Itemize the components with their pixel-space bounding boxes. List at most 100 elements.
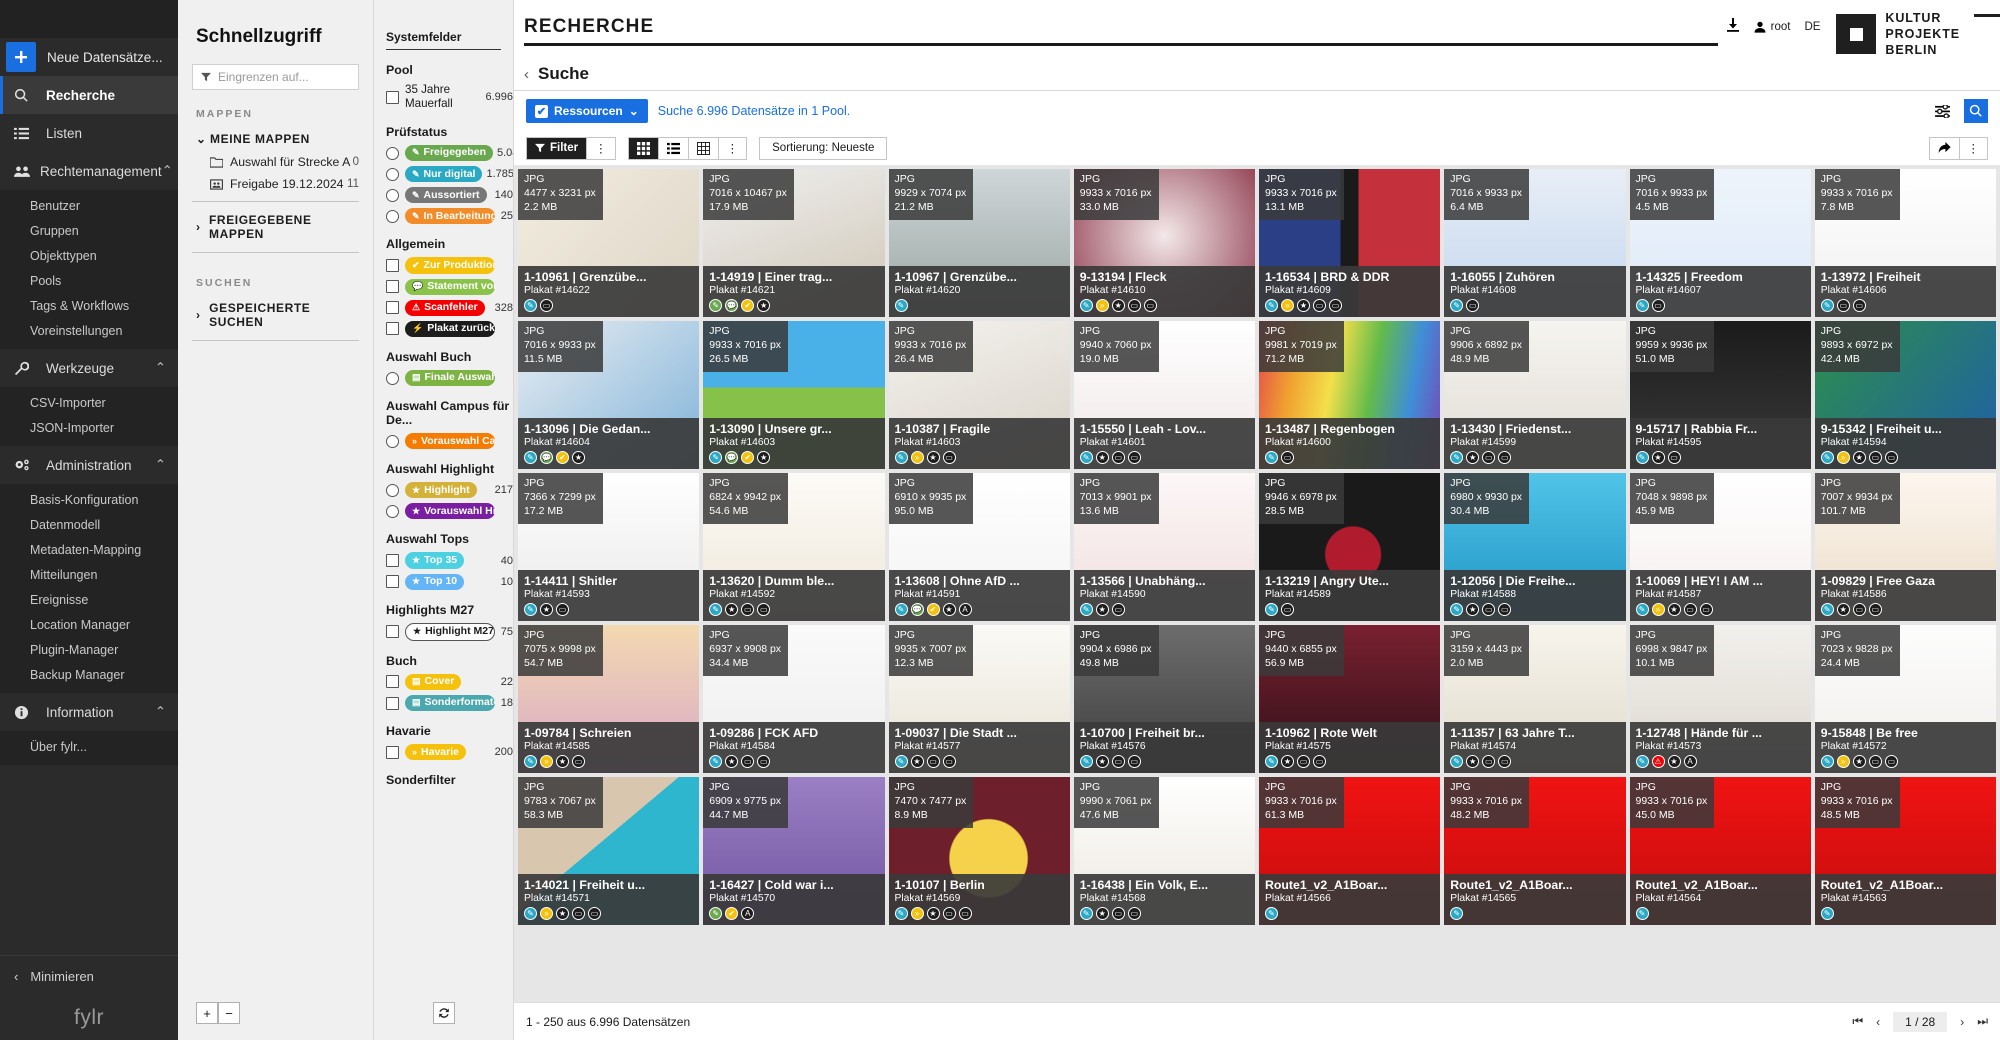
facet-row[interactable]: ✔Zur Produktion ... xyxy=(386,257,513,274)
sidebar-group-information[interactable]: Information ⌃ xyxy=(0,693,178,731)
minimize-button[interactable]: ‹ Minimieren xyxy=(0,956,178,996)
result-card[interactable]: JPG 7366 x 7299 px 17.2 MB 1-14411 | Shitle… xyxy=(518,473,700,621)
facet-checkbox[interactable] xyxy=(386,280,399,294)
results-grid-wrapper[interactable]: JPG 4477 x 3231 px 2.2 MB 1-10961 | Grenzüb… xyxy=(514,165,2000,1002)
result-card[interactable]: JPG 9893 x 6972 px 42.4 MB 9-15342 | Freihe… xyxy=(1814,321,1996,469)
facet-row[interactable]: ⚠ Scanfehler 328 xyxy=(386,299,513,316)
facet-row[interactable]: » Havarie 200 xyxy=(386,744,513,761)
result-card[interactable]: JPG 9440 x 6855 px 56.9 MB 1-10962 | Rote W… xyxy=(1259,625,1441,773)
facet-row[interactable]: ✎ Aussortiert 140 xyxy=(386,187,513,204)
list-item[interactable]: Auswahl für Strecke A 0 xyxy=(178,151,373,173)
share-button[interactable] xyxy=(1929,137,1960,159)
filter-options-button[interactable]: ⋮ xyxy=(587,137,615,159)
result-card[interactable]: JPG 9933 x 7016 px 33.0 MB 9-13194 | Fleck P… xyxy=(1073,169,1255,317)
result-card[interactable]: JPG 9933 x 7016 px 26.5 MB 1-13090 | Unsere… xyxy=(703,321,885,469)
resources-dropdown[interactable]: ✔ Ressourcen ⌄ xyxy=(526,99,648,123)
new-records-button[interactable]: Neue Datensätze... xyxy=(0,38,178,76)
sidebar-item-ereignisse[interactable]: Ereignisse xyxy=(0,587,178,612)
sidebar-item-benutzer[interactable]: Benutzer xyxy=(0,193,178,218)
sidebar-item-listen[interactable]: Listen xyxy=(0,114,178,152)
result-card[interactable]: JPG 7016 x 10467 px 17.9 MB 1-14919 | Einer… xyxy=(703,169,885,317)
sidebar-item-datenmodell[interactable]: Datenmodell xyxy=(0,512,178,537)
sidebar-item-mitteilungen[interactable]: Mitteilungen xyxy=(0,562,178,587)
sidebar-item-backup-manager[interactable]: Backup Manager xyxy=(0,662,178,687)
result-card[interactable]: JPG 9906 x 6892 px 48.9 MB 1-13430 | Friede… xyxy=(1444,321,1626,469)
view-options-button[interactable]: ⋮ xyxy=(718,137,747,159)
result-card[interactable]: JPG 7013 x 9901 px 13.6 MB 1-13566 | Unabhä… xyxy=(1073,473,1255,621)
facet-row[interactable]: 35 Jahre Mauerfall 6.996 xyxy=(386,83,513,112)
sidebar-item-tags-workflows[interactable]: Tags & Workflows xyxy=(0,293,178,318)
result-card[interactable]: JPG 9959 x 9936 px 51.0 MB 9-15717 | Rabbia… xyxy=(1629,321,1811,469)
sidebar-item-gruppen[interactable]: Gruppen xyxy=(0,218,178,243)
result-card[interactable]: JPG 7007 x 9934 px 101.7 MB 1-09829 | Free … xyxy=(1814,473,1996,621)
result-card[interactable]: JPG 9933 x 7016 px 7.8 MB 1-13972 | Freihei… xyxy=(1814,169,1996,317)
result-card[interactable]: JPG 7048 x 9898 px 45.9 MB 1-10069 | HEY! I… xyxy=(1629,473,1811,621)
result-card[interactable]: JPG 6824 x 9942 px 54.6 MB 1-13620 | Dumm b… xyxy=(703,473,885,621)
sidebar-group-rechtemanagement[interactable]: Rechtemanagement ⌃ xyxy=(0,152,178,190)
result-card[interactable]: JPG 7470 x 7477 px 8.9 MB 1-10107 | Berlin P… xyxy=(888,777,1070,925)
prev-page-button[interactable]: ‹ xyxy=(1876,1015,1880,1029)
result-card[interactable]: JPG 9933 x 7016 px 13.1 MB 1-16534 | BRD & … xyxy=(1259,169,1441,317)
facet-checkbox[interactable] xyxy=(386,696,399,710)
facet-checkbox[interactable] xyxy=(386,259,399,273)
facet-row[interactable]: ★Vorauswahl Hig... xyxy=(386,503,513,520)
quick-group-freigegebene-mappen[interactable]: › FREIGEGEBENE MAPPEN xyxy=(178,208,373,246)
result-card[interactable]: JPG 3159 x 4443 px 2.0 MB 1-11357 | 63 Jahr… xyxy=(1444,625,1626,773)
list-view-button[interactable] xyxy=(658,137,689,159)
language-selector[interactable]: DE xyxy=(1804,21,1820,33)
last-page-button[interactable]: ⏭ xyxy=(1977,1014,1988,1029)
facet-row[interactable]: ⚡Plakat zurück an ... xyxy=(386,320,513,337)
next-page-button[interactable]: › xyxy=(1960,1015,1964,1029)
result-card[interactable]: JPG 9933 x 7016 px 45.0 MB Route1_v2_A1Boar… xyxy=(1629,777,1811,925)
facet-radio[interactable] xyxy=(386,188,399,202)
facet-checkbox[interactable] xyxy=(386,322,399,336)
facet-row[interactable]: ★ Top 10 10 xyxy=(386,573,513,590)
quick-group-meine-mappen[interactable]: ⌄ MEINE MAPPEN xyxy=(178,127,373,151)
result-card[interactable]: JPG 7016 x 9933 px 6.4 MB 1-16055 | Zuhören… xyxy=(1444,169,1626,317)
refresh-button[interactable] xyxy=(432,1002,455,1024)
result-card[interactable]: JPG 9933 x 7016 px 61.3 MB Route1_v2_A1Boar… xyxy=(1259,777,1441,925)
search-button[interactable] xyxy=(1964,99,1988,123)
back-button[interactable]: ‹ xyxy=(524,66,529,83)
result-card[interactable]: JPG 9981 x 7019 px 71.2 MB 1-13487 | Regenb… xyxy=(1259,321,1441,469)
sidebar-group-administration[interactable]: Administration ⌃ xyxy=(0,446,178,484)
facet-checkbox[interactable] xyxy=(386,745,399,759)
facet-radio[interactable] xyxy=(386,371,399,385)
sidebar-item-plugin-manager[interactable]: Plugin-Manager xyxy=(0,637,178,662)
more-actions-button[interactable]: ⋮ xyxy=(1959,137,1987,159)
user-menu[interactable]: root xyxy=(1754,21,1790,33)
menu-icon[interactable] xyxy=(1974,0,2000,22)
sidebar-item-objekttypen[interactable]: Objekttypen xyxy=(0,243,178,268)
result-card[interactable]: JPG 9940 x 7060 px 19.0 MB 1-15550 | Leah -… xyxy=(1073,321,1255,469)
sidebar-item-recherche[interactable]: Recherche xyxy=(0,76,178,114)
facet-row[interactable]: ✎Freigegeben5.046 xyxy=(386,144,513,162)
result-card[interactable]: JPG 9935 x 7007 px 12.3 MB 1-09037 | Die St… xyxy=(888,625,1070,773)
facet-row[interactable]: »Vorauswahl Ca... xyxy=(386,433,513,450)
sidebar-item-json-importer[interactable]: JSON-Importer xyxy=(0,415,178,440)
result-card[interactable]: JPG 9783 x 7067 px 58.3 MB 1-14021 | Freihe… xyxy=(518,777,700,925)
facet-checkbox[interactable] xyxy=(386,554,399,568)
facet-row[interactable]: ★ Highlight 217 xyxy=(386,482,513,499)
facet-radio[interactable] xyxy=(386,504,399,518)
facet-checkbox[interactable] xyxy=(386,675,399,689)
result-card[interactable]: JPG 9990 x 7061 px 47.6 MB 1-16438 | Ein Vo… xyxy=(1073,777,1255,925)
facet-row[interactable]: ▤ Cover 22 xyxy=(386,673,513,690)
facet-row[interactable]: ▤Finale Auswahl ... xyxy=(386,369,513,387)
facet-row[interactable]: ✎ In Bearbeitung 25 xyxy=(386,208,513,225)
sidebar-item-ueber-fylr[interactable]: Über fylr... xyxy=(0,734,178,759)
result-card[interactable]: JPG 6998 x 9847 px 10.1 MB 1-12748 | Hände … xyxy=(1629,625,1811,773)
result-card[interactable]: JPG 7016 x 9933 px 11.5 MB 1-13096 | Die Ge… xyxy=(518,321,700,469)
result-card[interactable]: JPG 7075 x 9998 px 54.7 MB 1-09784 | Schrei… xyxy=(518,625,700,773)
result-card[interactable]: JPG 9933 x 7016 px 48.5 MB Route1_v2_A1Boar… xyxy=(1814,777,1996,925)
sliders-icon[interactable] xyxy=(1930,99,1954,123)
result-card[interactable]: JPG 4477 x 3231 px 2.2 MB 1-10961 | Grenzüb… xyxy=(518,169,700,317)
sidebar-item-pools[interactable]: Pools xyxy=(0,268,178,293)
resources-checkbox[interactable]: ✔ xyxy=(535,104,548,118)
facet-checkbox[interactable] xyxy=(386,301,399,315)
result-card[interactable]: JPG 9933 x 7016 px 48.2 MB Route1_v2_A1Boar… xyxy=(1444,777,1626,925)
result-card[interactable]: JPG 7016 x 9933 px 4.5 MB 1-14325 | Freedom… xyxy=(1629,169,1811,317)
facet-radio[interactable] xyxy=(386,167,399,181)
facet-radio[interactable] xyxy=(386,146,399,160)
result-card[interactable]: JPG 6937 x 9908 px 34.4 MB 1-09286 | FCK AF… xyxy=(703,625,885,773)
facet-row[interactable]: ▤ Sonderformate 18 xyxy=(386,694,513,712)
